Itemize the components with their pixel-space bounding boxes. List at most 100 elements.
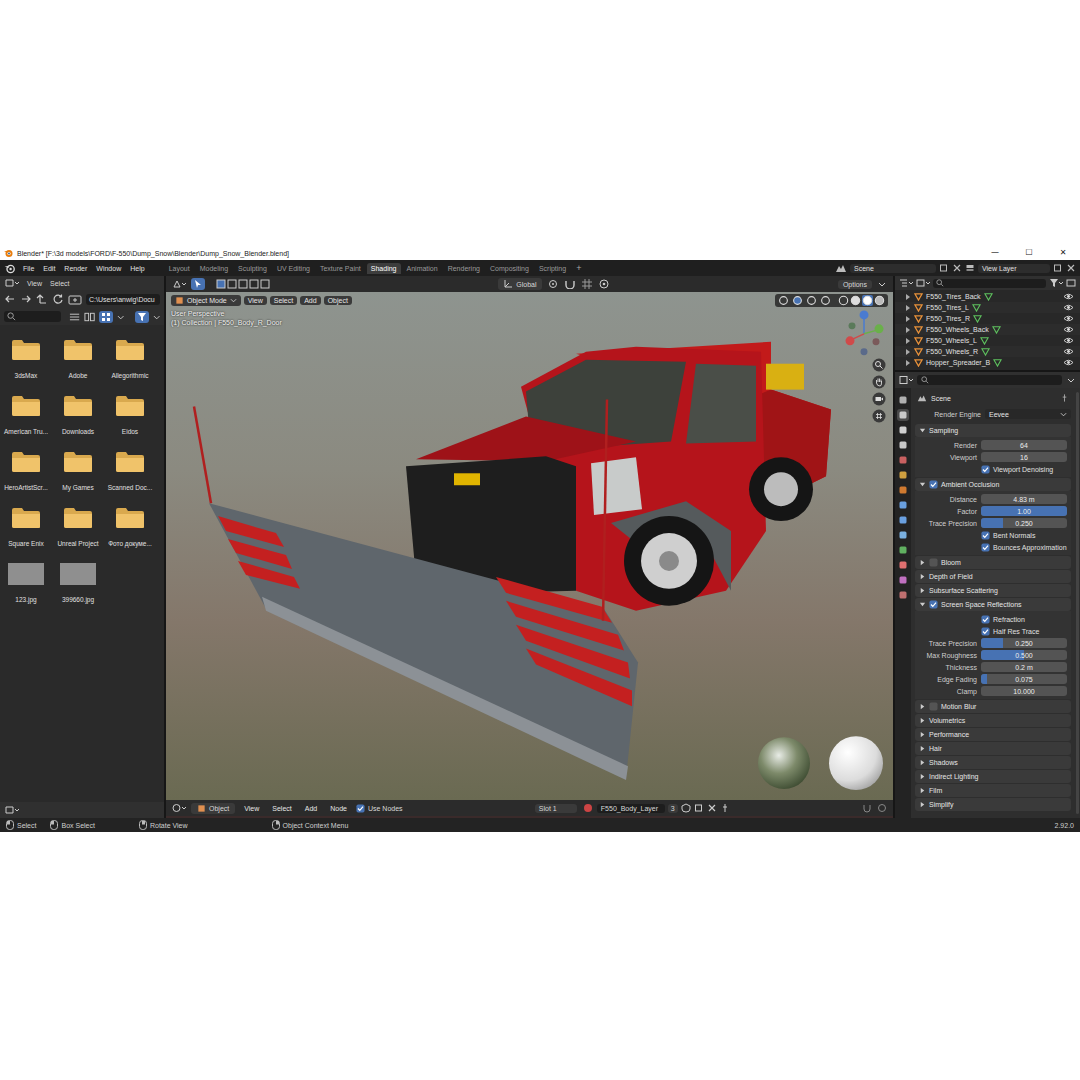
dropdown-icon[interactable]: [153, 312, 160, 322]
new-collection-icon[interactable]: [1066, 278, 1076, 288]
panel-header[interactable]: Hair: [915, 742, 1071, 755]
properties-tab[interactable]: [897, 409, 909, 421]
shader-type-dropdown[interactable]: Object: [191, 803, 235, 814]
editor-type-icon[interactable]: [172, 279, 186, 289]
workspace-tab[interactable]: Scripting: [535, 263, 570, 274]
menu-item[interactable]: File: [23, 265, 34, 272]
overlay-toggle-icon[interactable]: [778, 295, 789, 306]
selection-mode-icon[interactable]: [238, 279, 248, 289]
selection-mode-icon[interactable]: [249, 279, 259, 289]
header-menu-item[interactable]: View: [27, 280, 42, 287]
eye-open-icon[interactable]: [1063, 336, 1074, 345]
outliner-row[interactable]: Hopper_Spreader_B: [895, 357, 1080, 368]
editor-type-icon[interactable]: [899, 375, 913, 385]
eye-open-icon[interactable]: [1063, 292, 1074, 301]
editor-type-icon[interactable]: [172, 803, 186, 813]
orientation-dropdown[interactable]: Global: [498, 278, 541, 290]
eye-open-icon[interactable]: [1063, 325, 1074, 334]
columns-view-icon[interactable]: [84, 312, 95, 322]
search-field[interactable]: [4, 311, 61, 322]
shading-mode-icon[interactable]: [850, 295, 861, 306]
overlay-icon[interactable]: [877, 803, 887, 813]
copy-icon[interactable]: [1053, 263, 1063, 273]
snap-icon[interactable]: [862, 803, 872, 813]
outliner-row[interactable]: F550_Tires_Back: [895, 291, 1080, 302]
file-item[interactable]: Фото докуме...: [104, 507, 156, 563]
viewport-menu-item[interactable]: Select: [270, 296, 297, 305]
shader-menu-item[interactable]: Add: [301, 804, 321, 813]
panel-header[interactable]: Simplify: [915, 798, 1071, 811]
expand-arrow-icon[interactable]: [905, 293, 911, 301]
number-field[interactable]: 10.000: [981, 686, 1067, 696]
slot-dropdown[interactable]: Slot 1: [535, 804, 577, 813]
use-nodes-checkbox[interactable]: Use Nodes: [356, 804, 403, 813]
proportional-edit-icon[interactable]: [598, 279, 610, 289]
render-engine-dropdown[interactable]: Eevee: [985, 409, 1071, 419]
file-item[interactable]: HeroArtistScr...: [0, 451, 52, 507]
selection-mode-icon[interactable]: [227, 279, 237, 289]
slider-field[interactable]: 0.250: [981, 638, 1067, 648]
number-field[interactable]: 0.2 m: [981, 662, 1067, 672]
options-icon[interactable]: [1066, 375, 1076, 385]
close-icon[interactable]: [1066, 263, 1076, 273]
path-field[interactable]: C:\Users\anwig\Docu: [86, 294, 160, 305]
close-icon[interactable]: [952, 263, 962, 273]
outliner-row[interactable]: F550_Tires_R: [895, 313, 1080, 324]
properties-tab[interactable]: [897, 424, 909, 436]
properties-tab[interactable]: [897, 499, 909, 511]
dropdown-icon[interactable]: [117, 312, 124, 322]
outliner-row[interactable]: F550_Wheels_L: [895, 335, 1080, 346]
properties-tab[interactable]: [897, 544, 909, 556]
viewport-menu-item[interactable]: Add: [300, 296, 320, 305]
workspace-tab[interactable]: Texture Paint: [316, 263, 365, 274]
file-item[interactable]: Eidos: [104, 395, 156, 451]
outliner-row[interactable]: F550_Wheels_R: [895, 346, 1080, 357]
panel-header[interactable]: Bloom: [915, 556, 1071, 569]
eye-open-icon[interactable]: [1063, 303, 1074, 312]
grid-icon[interactable]: [872, 409, 886, 423]
new-folder-icon[interactable]: [68, 293, 82, 305]
checkbox-icon[interactable]: [929, 558, 938, 567]
panel-header[interactable]: Subsurface Scattering: [915, 584, 1071, 597]
shader-menu-item[interactable]: Node: [326, 804, 351, 813]
properties-tab[interactable]: [897, 439, 909, 451]
dropdown-icon[interactable]: [877, 279, 887, 289]
close-icon[interactable]: [707, 803, 717, 813]
properties-tab[interactable]: [897, 454, 909, 466]
expand-arrow-icon[interactable]: [905, 326, 911, 334]
menu-item[interactable]: Edit: [43, 265, 55, 272]
slider-field[interactable]: 1.00: [981, 506, 1067, 516]
properties-tab[interactable]: [897, 484, 909, 496]
select-tool-button[interactable]: [191, 278, 205, 290]
number-field[interactable]: 16: [981, 452, 1067, 462]
expand-arrow-icon[interactable]: [905, 315, 911, 323]
workspace-tab[interactable]: UV Editing: [273, 263, 314, 274]
overlay-toggle-icon[interactable]: [820, 295, 831, 306]
overlay-toggle-icon[interactable]: [806, 295, 817, 306]
property-checkbox[interactable]: Bent Normals: [981, 531, 1067, 540]
expand-arrow-icon[interactable]: [905, 337, 911, 345]
slider-field[interactable]: 0.250: [981, 518, 1067, 528]
viewport-menu-item[interactable]: Object: [324, 296, 352, 305]
shading-mode-icon[interactable]: [838, 295, 849, 306]
grid-snap-icon[interactable]: [581, 279, 593, 289]
header-menu-item[interactable]: Select: [50, 280, 69, 287]
scene-field[interactable]: Scene: [850, 264, 936, 273]
checkbox-icon[interactable]: [929, 702, 938, 711]
workspace-tab[interactable]: Animation: [403, 263, 442, 274]
file-item[interactable]: 399660.jpg: [52, 563, 104, 619]
menu-item[interactable]: Window: [96, 265, 121, 272]
workspace-tab[interactable]: Layout: [165, 263, 194, 274]
viewport-menu-item[interactable]: View: [244, 296, 267, 305]
file-item[interactable]: Scanned Doc...: [104, 451, 156, 507]
blender-menu-icon[interactable]: [4, 263, 15, 274]
panel-header[interactable]: Sampling: [915, 424, 1071, 437]
parent-folder-icon[interactable]: [36, 293, 48, 305]
expand-arrow-icon[interactable]: [905, 359, 911, 367]
properties-tab[interactable]: [897, 589, 909, 601]
outliner-search-field[interactable]: [933, 279, 1046, 288]
panel-header[interactable]: Indirect Lighting: [915, 770, 1071, 783]
properties-tab[interactable]: [897, 469, 909, 481]
workspace-tab[interactable]: Compositing: [486, 263, 533, 274]
selection-mode-icon[interactable]: [260, 279, 270, 289]
